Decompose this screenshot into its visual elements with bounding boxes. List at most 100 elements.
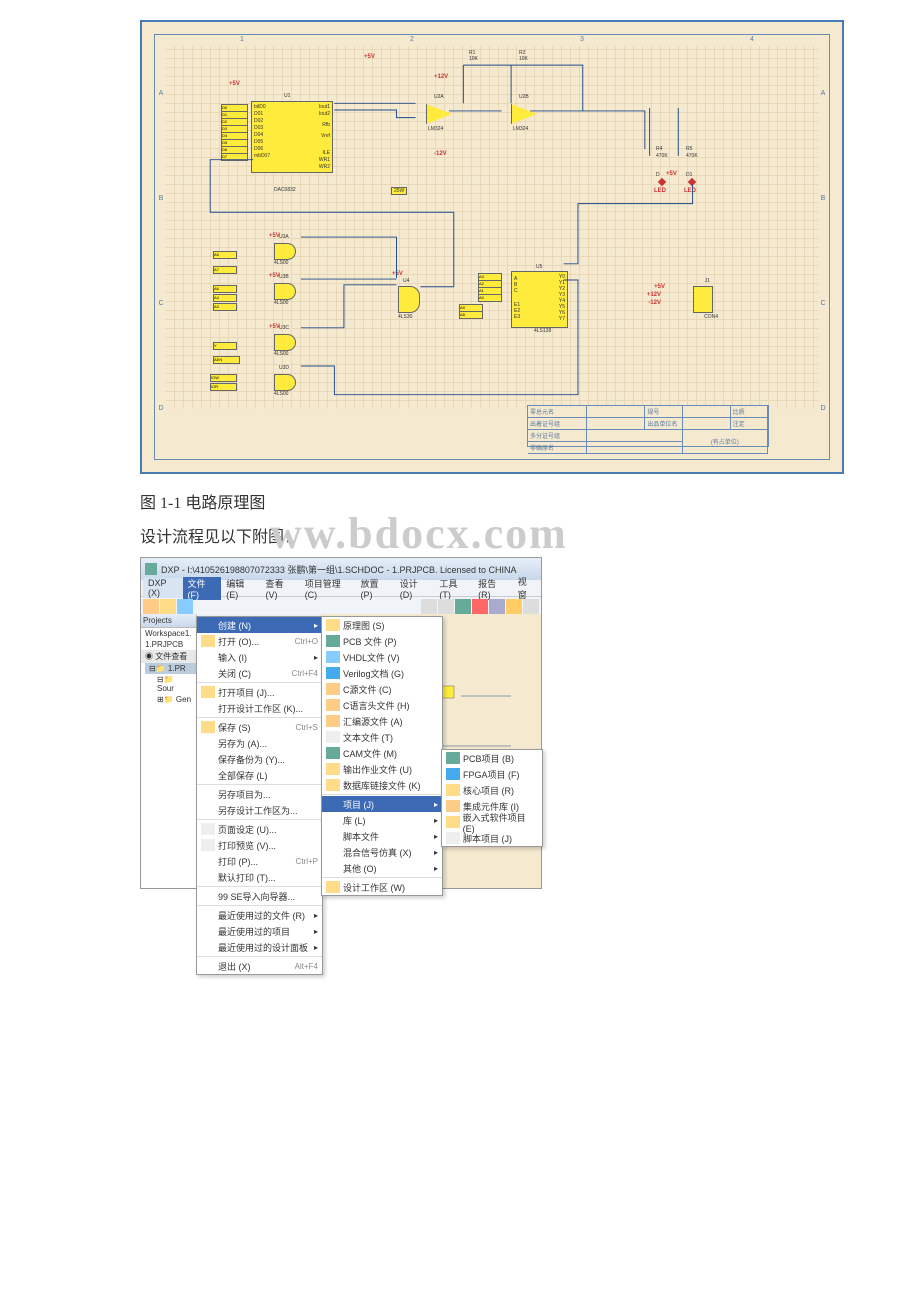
file-dropdown-menu: 创建 (N)▸打开 (O)...Ctrl+O输入 (I)▸关闭 (C)Ctrl+… — [196, 616, 323, 975]
new-submenu-item[interactable]: 文本文件 (T) — [322, 729, 442, 745]
ic-u1-dac0832: bitD0 D01 D02 D03 D04 D05 D06 mbD07 Iout… — [251, 101, 333, 173]
tool3-icon[interactable] — [489, 599, 505, 615]
project-submenu-item[interactable]: 嵌入式软件项目 (E) — [442, 814, 542, 830]
file-menu-item[interactable]: 保存备份为 (Y)... — [197, 751, 322, 767]
new-submenu-item[interactable]: 项目 (J)▸ — [322, 796, 442, 812]
app-icon — [145, 563, 157, 575]
file-menu-item[interactable]: 打开项目 (J)... — [197, 684, 322, 700]
new-submenu-item[interactable]: 原理图 (S) — [322, 617, 442, 633]
open-icon[interactable] — [160, 599, 176, 615]
menu-edit[interactable]: 编辑 (E) — [221, 577, 260, 600]
new-submenu-item[interactable]: VHDL文件 (V) — [322, 649, 442, 665]
project-submenu-item[interactable]: PCB项目 (B) — [442, 750, 542, 766]
menu-view[interactable]: 查看 (V) — [260, 577, 299, 600]
new-submenu-item[interactable]: PCB 文件 (P) — [322, 633, 442, 649]
watermark: ww.bdocx.com — [270, 508, 568, 559]
projects-panel: Projects Workspace1. 1.PRJPCB ◉ 文件查看 ⊟📁 … — [141, 614, 197, 884]
undo-icon[interactable] — [421, 599, 437, 615]
file-menu-item[interactable]: 退出 (X)Alt+F4 — [197, 958, 322, 974]
new-submenu-item[interactable]: 混合信号仿真 (X)▸ — [322, 844, 442, 860]
gate-u3a — [274, 243, 296, 260]
new-submenu: 原理图 (S)PCB 文件 (P)VHDL文件 (V)Verilog文档 (G)… — [321, 616, 443, 896]
project-submenu-item[interactable]: 核心项目 (R) — [442, 782, 542, 798]
new-submenu-item[interactable]: Verilog文档 (G) — [322, 665, 442, 681]
new-submenu-item[interactable]: C源文件 (C) — [322, 681, 442, 697]
tree-sour[interactable]: ⊟📁 Sour — [153, 674, 196, 694]
redo-icon[interactable] — [438, 599, 454, 615]
file-menu-item[interactable]: 保存 (S)Ctrl+S — [197, 719, 322, 735]
gate-u3c — [274, 334, 296, 351]
file-menu-item[interactable]: 输入 (I)▸ — [197, 649, 322, 665]
row-a: A — [156, 90, 166, 97]
file-menu-item[interactable]: 打开设计工作区 (K)... — [197, 700, 322, 716]
tool2-icon[interactable] — [472, 599, 488, 615]
file-menu-item[interactable]: 打印 (P)...Ctrl+P — [197, 853, 322, 869]
gate-u4 — [398, 286, 420, 313]
menu-file[interactable]: 文件 (F) — [183, 577, 222, 600]
menu-design[interactable]: 设计 (D) — [395, 577, 435, 600]
gate-u3b — [274, 283, 296, 300]
save-icon[interactable] — [177, 599, 193, 615]
col-1: 1 — [240, 36, 244, 46]
file-menu-item[interactable]: 打开 (O)...Ctrl+O — [197, 633, 322, 649]
tool4-icon[interactable] — [506, 599, 522, 615]
gate-u3d — [274, 374, 296, 391]
tree-workspace[interactable]: Workspace1. — [141, 628, 196, 639]
tree-fileview[interactable]: ◉ 文件查看 — [141, 650, 196, 663]
led-d1 — [688, 178, 696, 186]
menu-place[interactable]: 放置 (P) — [356, 577, 395, 600]
tree-gen[interactable]: ⊞📁 Gen — [153, 694, 196, 705]
project-submenu: PCB项目 (B)FPGA项目 (F)核心项目 (R)集成元件库 (I)嵌入式软… — [441, 749, 543, 847]
title-block: 零总元名 规号 比质 出着证号组 出品单位名 注定 多分证号组 — [527, 405, 769, 447]
menu-project[interactable]: 项目管理 (C) — [300, 577, 356, 600]
new-submenu-item[interactable]: 汇编源文件 (A) — [322, 713, 442, 729]
tool-icon[interactable] — [455, 599, 471, 615]
menu-dxp[interactable]: DXP (X) — [143, 578, 183, 598]
new-submenu-item[interactable]: 输出作业文件 (U) — [322, 761, 442, 777]
file-menu-item[interactable]: 最近使用过的设计面板▸ — [197, 939, 322, 955]
row-c: C — [156, 300, 166, 307]
file-menu-item[interactable]: 打印预览 (V)... — [197, 837, 322, 853]
new-submenu-item[interactable]: 其他 (O)▸ — [322, 860, 442, 876]
opamp-u2a — [426, 104, 452, 124]
file-menu-item[interactable]: 创建 (N)▸ — [197, 617, 322, 633]
file-menu-item[interactable]: 99 SE导入向导器... — [197, 888, 322, 904]
file-menu-item[interactable]: 另存为 (A)... — [197, 735, 322, 751]
altium-screenshot: DXP - I:\410526198807072333 张鹏\第一组\1.SCH… — [140, 557, 542, 889]
led-d — [658, 178, 666, 186]
file-menu-item[interactable]: 另存项目为... — [197, 786, 322, 802]
tool5-icon[interactable] — [523, 599, 539, 615]
ic-u5: A B C E1 E2 E3 Y0 Y1 Y2 Y3 Y4 Y5 Y6 Y7 — [511, 271, 568, 328]
file-menu-item[interactable]: 最近使用过的项目▸ — [197, 923, 322, 939]
file-menu-item[interactable]: 页面设定 (U)... — [197, 821, 322, 837]
file-menu-item[interactable]: 默认打印 (T)... — [197, 869, 322, 885]
tree-pr[interactable]: ⊟📁 1.PR — [145, 663, 196, 674]
panel-header: Projects — [141, 614, 196, 628]
col-3: 3 — [580, 36, 584, 46]
new-icon[interactable] — [143, 599, 159, 615]
project-submenu-item[interactable]: FPGA项目 (F) — [442, 766, 542, 782]
new-submenu-item[interactable]: C语言头文件 (H) — [322, 697, 442, 713]
menu-tools[interactable]: 工具 (T) — [434, 577, 473, 600]
connector-j1 — [693, 286, 713, 313]
col-4: 4 — [750, 36, 754, 46]
file-menu-item[interactable]: 全部保存 (L) — [197, 767, 322, 783]
row-b: B — [156, 195, 166, 202]
menu-window[interactable]: 视窗 — [513, 575, 539, 601]
menu-report[interactable]: 报告 (R) — [473, 577, 513, 600]
schematic-diagram: 1 2 3 4 A B C D A B C D bitD0 D01 D02 D0… — [140, 20, 844, 474]
new-submenu-item[interactable]: 库 (L)▸ — [322, 812, 442, 828]
file-menu-item[interactable]: 关闭 (C)Ctrl+F4 — [197, 665, 322, 681]
new-submenu-item[interactable]: 脚本文件▸ — [322, 828, 442, 844]
file-menu-item[interactable]: 最近使用过的文件 (R)▸ — [197, 907, 322, 923]
opamp-u2b — [511, 104, 537, 124]
menubar: DXP (X) 文件 (F) 编辑 (E) 查看 (V) 项目管理 (C) 放置… — [141, 580, 541, 597]
file-menu-item[interactable]: 另存设计工作区为... — [197, 802, 322, 818]
row-d: D — [156, 405, 166, 412]
new-submenu-item[interactable]: 数据库链接文件 (K) — [322, 777, 442, 793]
tree-project[interactable]: 1.PRJPCB — [141, 639, 196, 650]
col-2: 2 — [410, 36, 414, 46]
process-caption: 设计流程见以下附图： ww.bdocx.com — [140, 523, 780, 547]
new-submenu-item[interactable]: CAM文件 (M) — [322, 745, 442, 761]
new-submenu-item[interactable]: 设计工作区 (W) — [322, 879, 442, 895]
